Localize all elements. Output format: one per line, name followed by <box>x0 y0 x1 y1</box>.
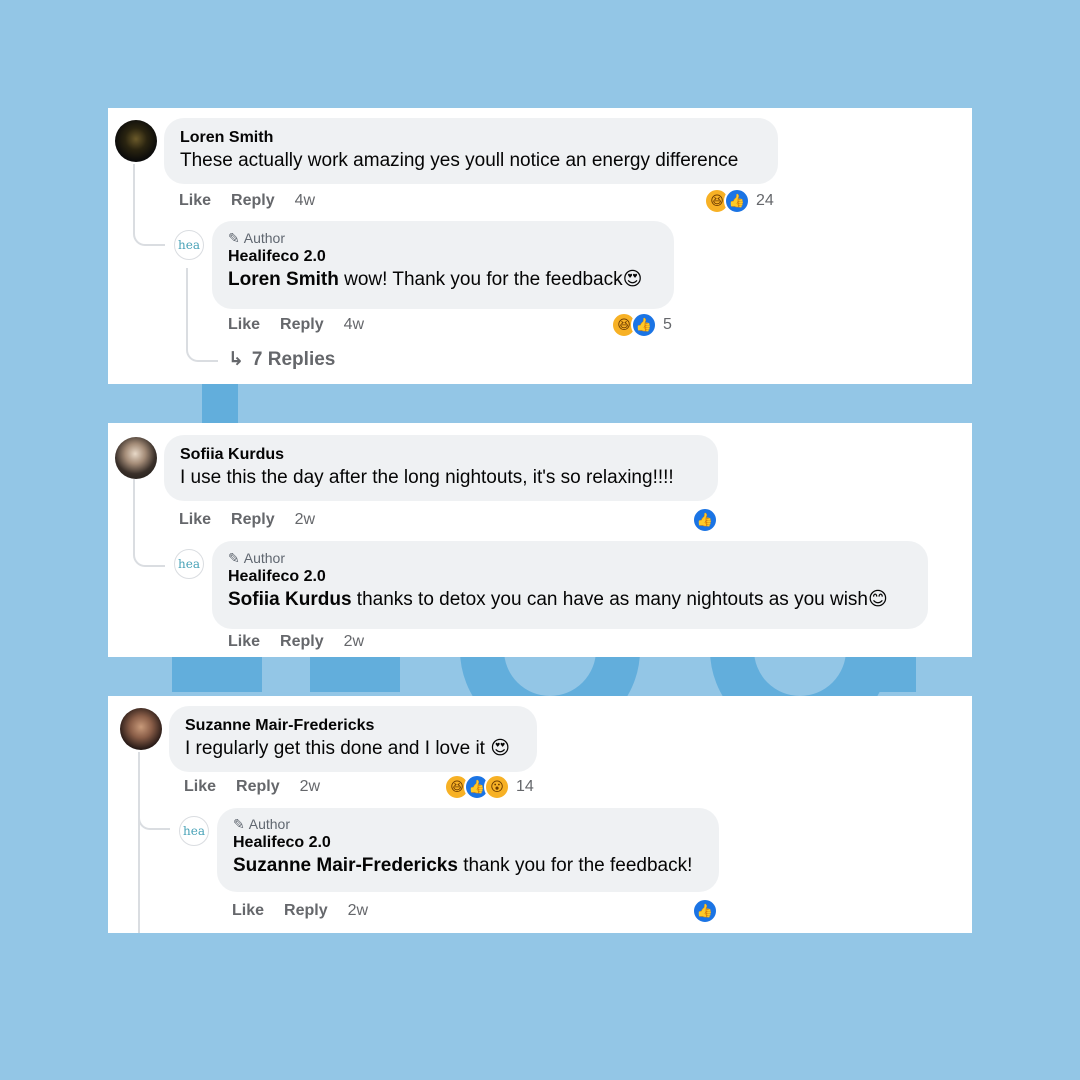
timestamp[interactable]: 2w <box>295 511 315 529</box>
like-button[interactable]: Like <box>184 778 216 796</box>
like-button[interactable]: Like <box>232 902 264 920</box>
like-button[interactable]: Like <box>179 511 211 529</box>
comment-panel-2: Sofiia Kurdus I use this the day after t… <box>108 423 972 657</box>
replier-name[interactable]: Healifeco 2.0 <box>233 833 703 853</box>
reply-arrow-icon: ↳ <box>228 349 244 370</box>
comment-actions: Like Reply 2w <box>179 511 315 529</box>
reply-text: Sofiia Kurdus thanks to detox you can ha… <box>228 589 888 610</box>
reply-button[interactable]: Reply <box>280 633 324 651</box>
comment-actions: Like Reply 2w <box>184 778 320 796</box>
comment-text: I use this the day after the long nighto… <box>180 467 674 488</box>
reply-button[interactable]: Reply <box>231 192 275 210</box>
like-icon: 👍 <box>692 507 718 533</box>
reaction-summary[interactable]: 😆 👍 5 <box>611 312 672 338</box>
reply-bubble: ✎ Author Healifeco 2.0 Sofiia Kurdus tha… <box>212 541 928 629</box>
avatar[interactable] <box>120 708 162 750</box>
commenter-name[interactable]: Suzanne Mair-Fredericks <box>185 716 521 736</box>
pen-icon: ✎ <box>228 230 240 246</box>
avatar[interactable] <box>115 437 157 479</box>
wow-icon: 😮 <box>484 774 510 800</box>
like-icon: 👍 <box>724 188 750 214</box>
like-button[interactable]: Like <box>228 316 260 334</box>
reaction-count: 5 <box>663 316 672 333</box>
timestamp[interactable]: 4w <box>295 192 315 210</box>
reaction-count: 14 <box>516 778 534 795</box>
reply-button[interactable]: Reply <box>231 511 275 529</box>
comment-panel-1: Loren Smith These actually work amazing … <box>108 108 972 384</box>
comment-text: These actually work amazing yes youll no… <box>180 150 739 171</box>
background-shape <box>202 382 238 424</box>
comment-panel-3: Suzanne Mair-Fredericks I regularly get … <box>108 696 972 933</box>
comment-bubble: Sofiia Kurdus I use this the day after t… <box>164 435 718 501</box>
author-badge: ✎ Author <box>228 549 912 567</box>
author-label: Author <box>243 230 285 246</box>
thread-line <box>133 479 165 567</box>
reply-button[interactable]: Reply <box>280 316 324 334</box>
comment-text: I regularly get this done and I love it … <box>185 738 511 759</box>
mention[interactable]: Sofiia Kurdus <box>228 589 352 610</box>
reply-button[interactable]: Reply <box>236 778 280 796</box>
commenter-name[interactable]: Loren Smith <box>180 128 762 148</box>
reply-bubble: ✎ Author Healifeco 2.0 Loren Smith wow! … <box>212 221 674 309</box>
reaction-count: 24 <box>756 192 774 209</box>
author-label: Author <box>248 816 290 832</box>
like-button[interactable]: Like <box>228 633 260 651</box>
more-replies-label: 7 Replies <box>251 348 336 370</box>
comment-bubble: Loren Smith These actually work amazing … <box>164 118 778 184</box>
like-icon: 👍 <box>631 312 657 338</box>
timestamp[interactable]: 2w <box>300 778 320 796</box>
reply-actions: Like Reply 2w <box>228 633 364 651</box>
reaction-summary[interactable]: 👍 <box>692 507 718 533</box>
reaction-summary[interactable]: 😆 👍 24 <box>704 188 774 214</box>
reply-actions: Like Reply 2w <box>232 902 368 920</box>
reaction-summary[interactable]: 👍 <box>692 898 718 924</box>
reply-text: Suzanne Mair-Fredericks thank you for th… <box>233 855 693 876</box>
comment-bubble: Suzanne Mair-Fredericks I regularly get … <box>169 706 537 772</box>
pen-icon: ✎ <box>228 550 240 566</box>
reply-text: Loren Smith wow! Thank you for the feedb… <box>228 269 643 290</box>
author-badge: ✎ Author <box>233 815 703 833</box>
commenter-name[interactable]: Sofiia Kurdus <box>180 445 702 465</box>
reply-bubble: ✎ Author Healifeco 2.0 Suzanne Mair-Fred… <box>217 808 719 892</box>
timestamp[interactable]: 2w <box>348 902 368 920</box>
healifeco-logo-avatar[interactable]: hea <box>174 549 204 579</box>
replier-name[interactable]: Healifeco 2.0 <box>228 247 658 267</box>
background-shape <box>172 656 262 692</box>
view-more-replies[interactable]: ↳ 7 Replies <box>228 348 335 371</box>
pen-icon: ✎ <box>233 816 245 832</box>
like-icon: 👍 <box>692 898 718 924</box>
mention[interactable]: Suzanne Mair-Fredericks <box>233 855 458 876</box>
replier-name[interactable]: Healifeco 2.0 <box>228 567 912 587</box>
background-shape <box>310 656 400 692</box>
thread-line <box>133 164 165 246</box>
author-label: Author <box>243 550 285 566</box>
reaction-summary[interactable]: 😆 👍 😮 14 <box>444 774 534 800</box>
mention[interactable]: Loren Smith <box>228 269 339 290</box>
comment-actions: Like Reply 4w <box>179 192 315 210</box>
timestamp[interactable]: 2w <box>344 633 364 651</box>
author-badge: ✎ Author <box>228 229 658 247</box>
healifeco-logo-avatar[interactable]: hea <box>179 816 209 846</box>
avatar[interactable] <box>115 120 157 162</box>
healifeco-logo-avatar[interactable]: hea <box>174 230 204 260</box>
thread-line <box>138 752 170 830</box>
timestamp[interactable]: 4w <box>344 316 364 334</box>
like-button[interactable]: Like <box>179 192 211 210</box>
reply-actions: Like Reply 4w <box>228 316 364 334</box>
reply-button[interactable]: Reply <box>284 902 328 920</box>
